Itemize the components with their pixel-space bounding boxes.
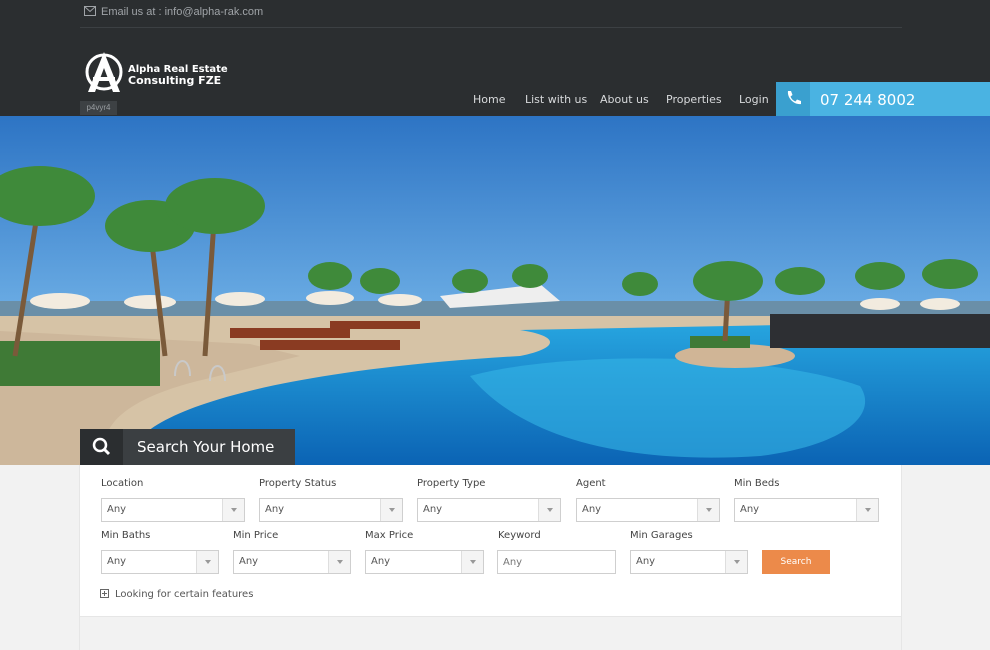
- chevron-down-icon: [328, 551, 350, 573]
- min-price-value: Any: [239, 556, 259, 567]
- search-button[interactable]: Search: [762, 550, 830, 574]
- property-status-label: Property Status: [259, 478, 337, 489]
- min-price-select[interactable]: Any: [233, 550, 351, 574]
- search-tab: Search Your Home: [80, 429, 295, 465]
- logo[interactable]: [84, 50, 124, 99]
- keyword-input[interactable]: [497, 550, 616, 574]
- top-bar: Email us at : info@alpha-rak.com: [80, 0, 902, 28]
- min-baths-label: Min Baths: [101, 530, 151, 541]
- min-beds-label: Min Beds: [734, 478, 780, 489]
- plus-icon: [100, 589, 109, 598]
- nav-home[interactable]: Home: [473, 93, 505, 106]
- brand-name: Alpha Real Estate Consulting FZE: [128, 64, 228, 86]
- min-garages-value: Any: [636, 556, 656, 567]
- content-area: [79, 617, 902, 650]
- agent-value: Any: [582, 504, 602, 515]
- chevron-down-icon: [856, 499, 878, 521]
- min-baths-select[interactable]: Any: [101, 550, 219, 574]
- features-toggle-label: Looking for certain features: [115, 589, 254, 600]
- location-select[interactable]: Any: [101, 498, 245, 522]
- min-price-label: Min Price: [233, 530, 279, 541]
- chevron-down-icon: [538, 499, 560, 521]
- chevron-down-icon: [725, 551, 747, 573]
- agent-label: Agent: [576, 478, 606, 489]
- nav-list-with-us[interactable]: List with us: [525, 93, 587, 106]
- nav-properties[interactable]: Properties: [666, 93, 722, 106]
- property-type-value: Any: [423, 504, 443, 515]
- brand-tag: p4vyr4: [80, 101, 117, 115]
- property-status-value: Any: [265, 504, 285, 515]
- min-beds-value: Any: [740, 504, 760, 515]
- location-value: Any: [107, 504, 127, 515]
- nav-login[interactable]: Login: [739, 93, 769, 106]
- chevron-down-icon: [196, 551, 218, 573]
- chevron-down-icon: [697, 499, 719, 521]
- max-price-select[interactable]: Any: [365, 550, 484, 574]
- brand-name-line2: Consulting FZE: [128, 74, 222, 87]
- phone-number: 07 244 8002: [820, 91, 916, 109]
- keyword-label: Keyword: [498, 530, 541, 541]
- search-title: Search Your Home: [137, 438, 275, 456]
- location-label: Location: [101, 478, 144, 489]
- phone-box[interactable]: 07 244 8002: [776, 82, 990, 116]
- phone-icon: [776, 82, 810, 116]
- max-price-value: Any: [371, 556, 391, 567]
- envelope-icon: [84, 6, 96, 19]
- features-toggle[interactable]: Looking for certain features: [100, 588, 253, 600]
- search-icon: [80, 429, 123, 465]
- min-beds-select[interactable]: Any: [734, 498, 879, 522]
- min-garages-select[interactable]: Any: [630, 550, 748, 574]
- min-baths-value: Any: [107, 556, 127, 567]
- min-garages-label: Min Garages: [630, 530, 693, 541]
- hero-image: [0, 116, 990, 465]
- chevron-down-icon: [461, 551, 483, 573]
- property-type-select[interactable]: Any: [417, 498, 561, 522]
- nav-about-us[interactable]: About us: [600, 93, 649, 106]
- property-type-label: Property Type: [417, 478, 486, 489]
- chevron-down-icon: [380, 499, 402, 521]
- chevron-down-icon: [222, 499, 244, 521]
- property-status-select[interactable]: Any: [259, 498, 403, 522]
- max-price-label: Max Price: [365, 530, 414, 541]
- agent-select[interactable]: Any: [576, 498, 720, 522]
- email-link[interactable]: Email us at : info@alpha-rak.com: [101, 6, 263, 18]
